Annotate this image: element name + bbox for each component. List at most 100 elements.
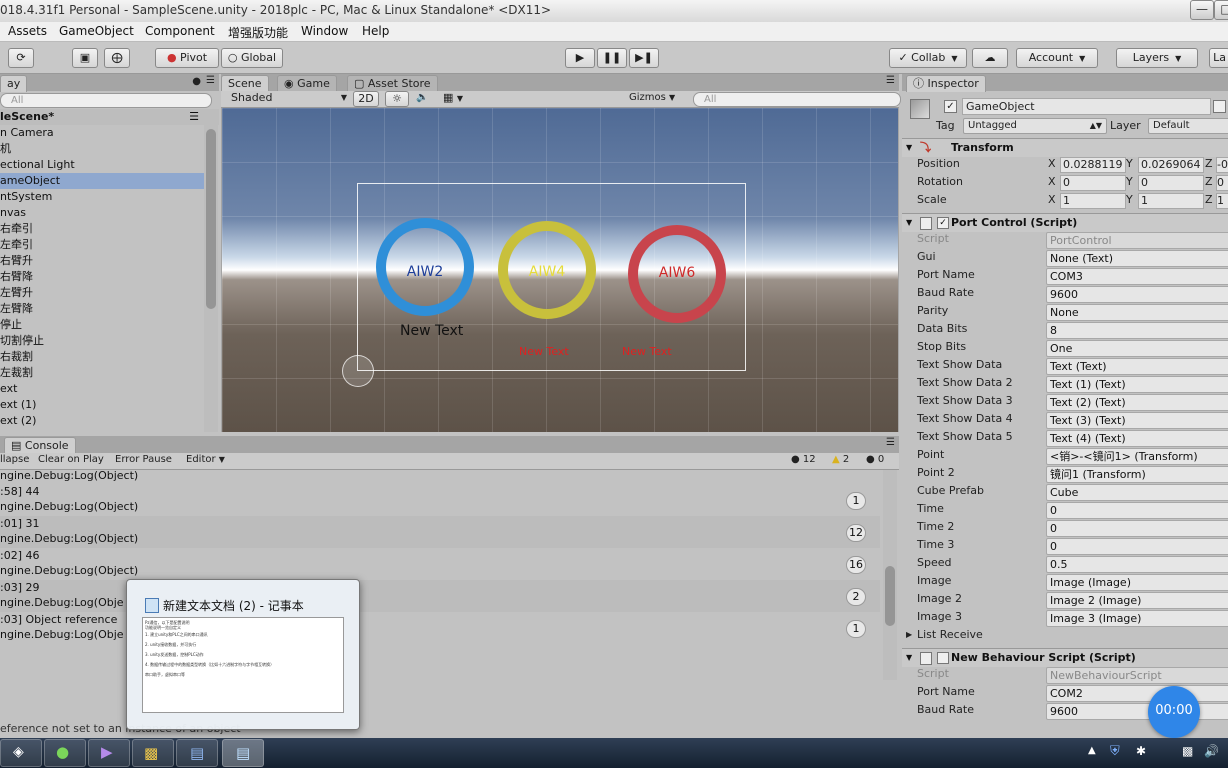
inspector-field-value[interactable]: One (1046, 340, 1228, 357)
gameobject-name-field[interactable]: GameObject (962, 98, 1211, 115)
transform-scale-y-field[interactable]: 1 (1138, 193, 1204, 209)
inspector-field-value[interactable]: <销>-<镜问1> (Transform) (1046, 448, 1228, 465)
gizmos-dropdown[interactable]: Gizmos ▼ (629, 92, 675, 103)
new-text-red-1[interactable]: New Text (519, 345, 569, 358)
tab-console[interactable]: ▤ Console (4, 437, 76, 454)
hierarchy-item[interactable]: 机 (0, 141, 204, 157)
scene-header[interactable]: leScene* ☰ (0, 109, 219, 125)
scene-search-input[interactable]: All (693, 92, 901, 107)
layer-dropdown[interactable]: Default (1148, 118, 1228, 134)
port-control-header[interactable]: ▼ ✓ Port Control (Script) (902, 213, 1228, 232)
tab-hierarchy[interactable]: ay (0, 75, 28, 92)
active-checkbox[interactable]: ✓ (944, 100, 957, 113)
hierarchy-item[interactable]: ext (0, 381, 204, 397)
component-enabled-checkbox[interactable] (937, 652, 949, 664)
inspector-field-value[interactable]: None (Text) (1046, 250, 1228, 267)
global-toggle[interactable]: ○ Global (221, 48, 283, 68)
console-scroll-thumb[interactable] (885, 566, 895, 626)
unity-taskbar-button[interactable]: ◈ (0, 739, 42, 767)
tab-game[interactable]: ◉ Game (277, 75, 337, 92)
transform-scale-x-field[interactable]: 1 (1060, 193, 1126, 209)
transform-header[interactable]: ▼ ⤵ Transform (902, 138, 1228, 157)
lock-icon[interactable]: ● (192, 76, 201, 87)
transform-tool-button[interactable]: ⨁ (104, 48, 130, 68)
inspector-field-value[interactable]: COM2 (1046, 685, 1228, 702)
hierarchy-item[interactable]: nvas (0, 205, 204, 221)
collab-dropdown[interactable]: ✓ Collab ▼ (889, 48, 967, 68)
inspector-field-value[interactable]: None (1046, 304, 1228, 321)
gauge-ring-aiw6[interactable]: AIW6 (628, 225, 726, 323)
inspector-field-value[interactable]: 8 (1046, 322, 1228, 339)
inspector-field-value[interactable]: Text (3) (Text) (1046, 412, 1228, 429)
panel-menu-icon[interactable]: ☰ (206, 75, 215, 86)
new-text-main[interactable]: New Text (400, 323, 463, 339)
log-entry[interactable]: :02] 46 ngine.Debug:Log(Object) 16 (0, 548, 880, 580)
error-pause-button[interactable]: Error Pause (115, 454, 172, 465)
log-entry[interactable]: :01] 31 ngine.Debug:Log(Object) 12 (0, 516, 880, 548)
menu-gameobject[interactable]: GameObject (59, 24, 134, 38)
hierarchy-scroll-thumb[interactable] (206, 129, 216, 309)
hierarchy-item[interactable]: 左裁割 (0, 365, 204, 381)
inspector-field-value[interactable]: Text (2) (Text) (1046, 394, 1228, 411)
inspector-field-value[interactable]: Text (Text) (1046, 358, 1228, 375)
gauge-ring-aiw2[interactable]: AIW2 (376, 218, 474, 316)
hierarchy-item[interactable]: ameObject (0, 173, 204, 189)
inspector-field-value[interactable]: Text (1) (Text) (1046, 376, 1228, 393)
timer-bubble[interactable]: 00:00 (1148, 686, 1200, 738)
transform-position-z-field[interactable]: -0 (1216, 157, 1228, 173)
inspector-field-value[interactable]: Cube (1046, 484, 1228, 501)
shading-dropdown[interactable]: Shaded ▼ (225, 91, 349, 105)
play-button[interactable]: ▶ (565, 48, 595, 68)
hierarchy-item[interactable]: 右臂升 (0, 253, 204, 269)
visual-studio-taskbar-button[interactable]: ▶ (88, 739, 130, 767)
pause-button[interactable]: ❚❚ (597, 48, 627, 68)
tab-scene[interactable]: Scene (221, 75, 269, 92)
wechat-taskbar-button[interactable]: ● (44, 739, 86, 767)
panel-menu-icon[interactable]: ☰ (189, 109, 199, 125)
account-dropdown[interactable]: Account ▼ (1016, 48, 1098, 68)
tag-dropdown[interactable]: Untagged ▲▼ (963, 118, 1107, 134)
new-text-red-2[interactable]: New Text (622, 345, 672, 358)
rotate-tool-button[interactable]: ⟳ (8, 48, 34, 68)
clear-on-play-button[interactable]: Clear on Play (38, 454, 104, 465)
hierarchy-item[interactable]: 右臂降 (0, 269, 204, 285)
warning-count-toggle[interactable]: ▲ 2 (832, 454, 849, 465)
panel-menu-icon[interactable]: ☰ (886, 437, 895, 448)
app-taskbar-button[interactable]: ▤ (176, 739, 218, 767)
log-entry[interactable]: :58] 44 ngine.Debug:Log(Object) 1 (0, 484, 880, 516)
inspector-field-value[interactable]: 0 (1046, 502, 1228, 519)
maximize-button[interactable]: □ (1214, 0, 1228, 20)
transform-position-x-field[interactable]: 0.0288119 (1060, 157, 1126, 173)
hierarchy-item[interactable]: 切割停止 (0, 333, 204, 349)
bluetooth-icon[interactable]: ✱ (1136, 744, 1146, 758)
layout-dropdown[interactable]: La (1209, 48, 1228, 68)
step-button[interactable]: ▶❚ (629, 48, 659, 68)
transform-scale-z-field[interactable]: 1 (1216, 193, 1228, 209)
hierarchy-item[interactable]: ntSystem (0, 189, 204, 205)
inspector-field-value[interactable]: 9600 (1046, 286, 1228, 303)
hierarchy-item[interactable]: ext (2) (0, 413, 204, 429)
hierarchy-item[interactable]: 左臂降 (0, 301, 204, 317)
pivot-toggle[interactable]: ● Pivot (155, 48, 219, 68)
hierarchy-item[interactable]: 右牵引 (0, 221, 204, 237)
hierarchy-item[interactable]: ext (1) (0, 397, 204, 413)
camera-gizmo[interactable] (342, 355, 374, 387)
editor-dropdown[interactable]: Editor ▼ (186, 454, 225, 465)
hierarchy-item[interactable]: ectional Light (0, 157, 204, 173)
transform-position-y-field[interactable]: 0.0269064 (1138, 157, 1204, 173)
rect-tool-button[interactable]: ▣ (72, 48, 98, 68)
notepad-taskbar-button[interactable]: ▤ (222, 739, 264, 767)
new-behaviour-header[interactable]: ▼ New Behaviour Script (Script) (902, 648, 1228, 667)
hierarchy-item[interactable]: 左臂升 (0, 285, 204, 301)
error-count-toggle[interactable]: ● 0 (866, 454, 884, 465)
minimize-button[interactable]: — (1190, 0, 1214, 20)
inspector-field-value[interactable]: Image (Image) (1046, 574, 1228, 591)
menu-help[interactable]: Help (362, 24, 389, 38)
panel-menu-icon[interactable]: ☰ (886, 75, 895, 86)
hierarchy-item[interactable]: 左牵引 (0, 237, 204, 253)
shield-icon[interactable]: ⛨ (1110, 744, 1120, 759)
inspector-field-value[interactable]: Image 3 (Image) (1046, 610, 1228, 627)
tab-asset-store[interactable]: ▢ Asset Store (347, 75, 438, 92)
hierarchy-item[interactable]: 停止 (0, 317, 204, 333)
inspector-field-value[interactable]: 0 (1046, 520, 1228, 537)
